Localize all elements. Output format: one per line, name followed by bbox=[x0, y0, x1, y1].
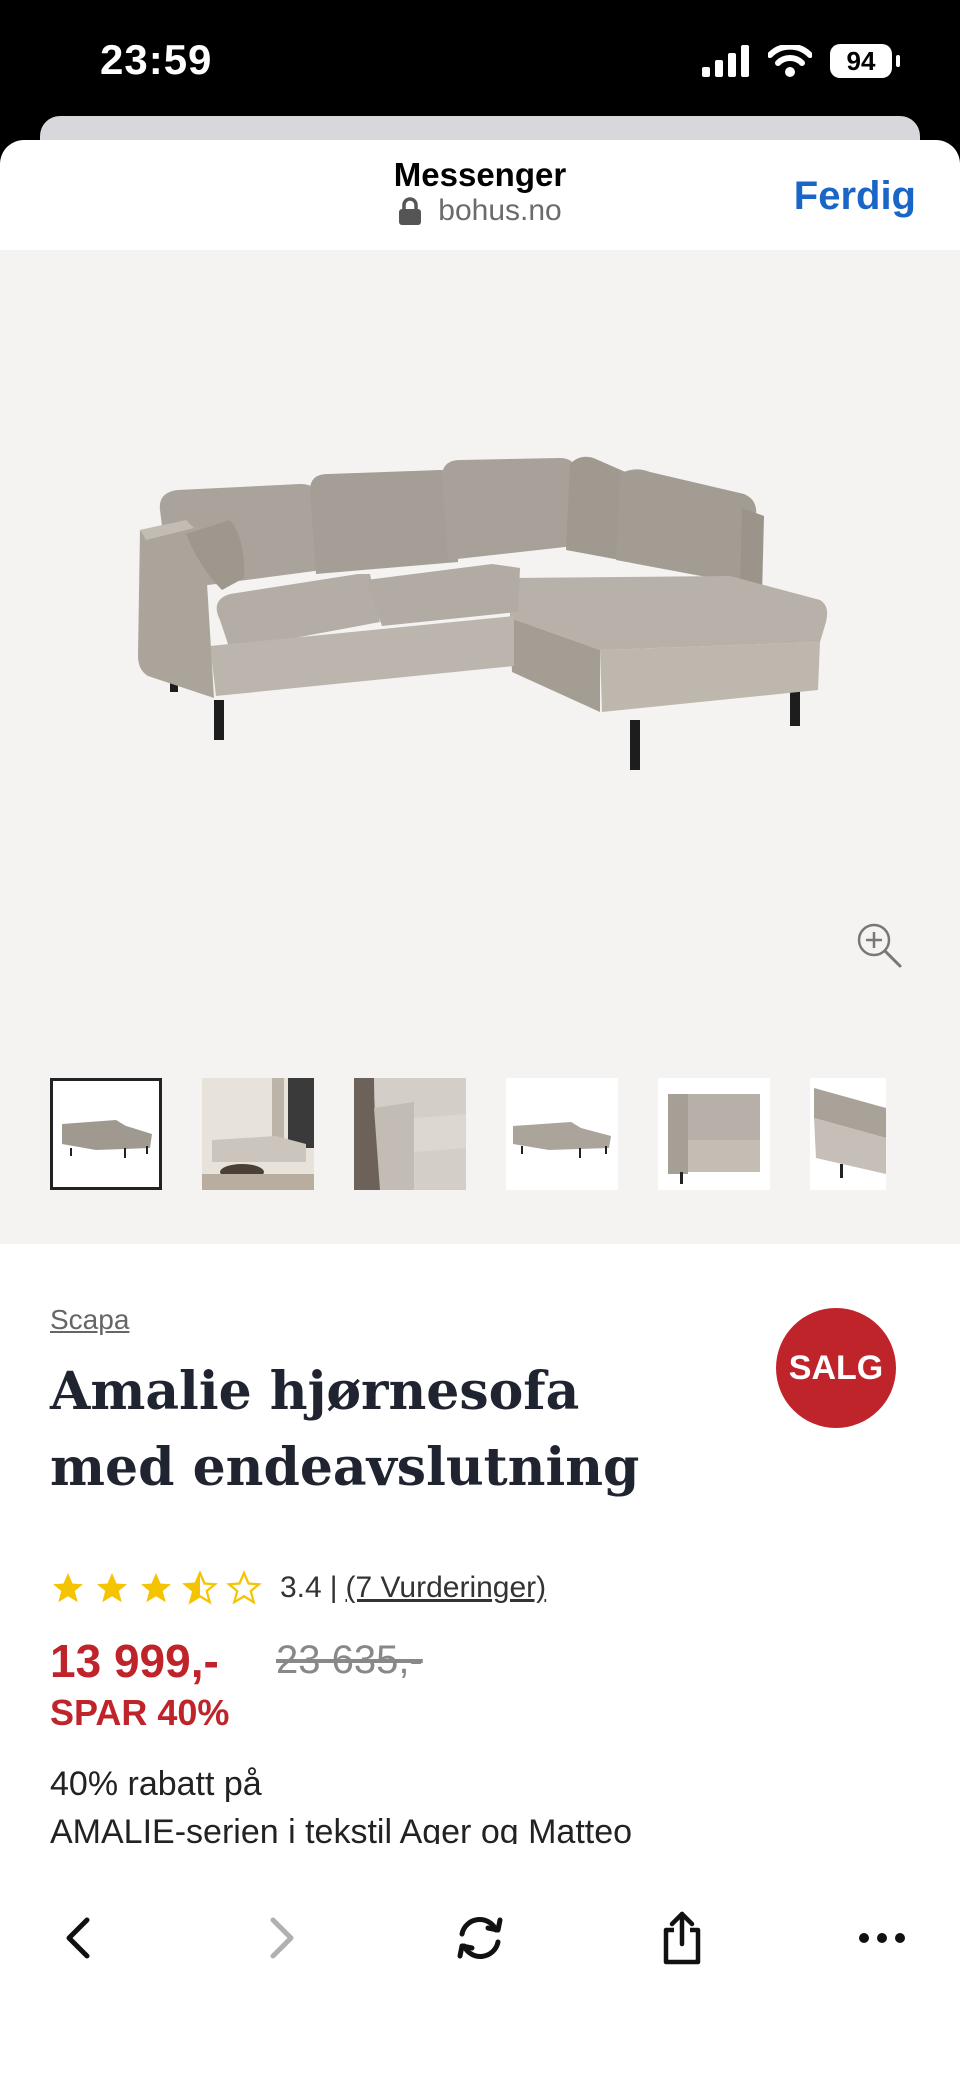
campaign-line-1: 40% rabatt på bbox=[50, 1765, 262, 1803]
status-time: 23:59 bbox=[100, 36, 213, 83]
battery-indicator: 94 bbox=[830, 44, 892, 78]
thumbnail-room-icon bbox=[202, 1078, 314, 1190]
star-full-icon bbox=[141, 1573, 171, 1603]
old-price: 23 635,- bbox=[276, 1638, 423, 1682]
thumbnail-sofa-chaise-closeup[interactable] bbox=[810, 1078, 886, 1190]
status-icons: 94 bbox=[702, 44, 900, 78]
thumbnail-sofa-front[interactable] bbox=[50, 1078, 162, 1190]
thumbnail-sofa-room[interactable] bbox=[202, 1078, 314, 1190]
rating-value: 3.4 bbox=[280, 1571, 322, 1604]
chevron-left-icon bbox=[66, 1917, 90, 1959]
star-full-icon bbox=[97, 1573, 127, 1603]
back-button[interactable] bbox=[48, 1908, 108, 1968]
product-info: Scapa Amalie hjørnesofa med endeavslutni… bbox=[0, 1244, 960, 1851]
star-empty-icon bbox=[226, 1570, 262, 1605]
product-gallery bbox=[0, 250, 960, 1244]
forward-button[interactable] bbox=[252, 1908, 312, 1968]
thumbnail-chaise-icon bbox=[814, 1088, 886, 1178]
cellular-signal-icon bbox=[702, 45, 749, 77]
more-dots-icon bbox=[859, 1933, 905, 1943]
thumbnail-sofa-arm-closeup[interactable] bbox=[354, 1078, 466, 1190]
brand-link[interactable]: Scapa bbox=[50, 1304, 129, 1336]
thumbnail-sofa-small-icon bbox=[513, 1122, 611, 1158]
zoom-icon[interactable] bbox=[856, 922, 904, 970]
campaign-text: 40% rabatt på AMALIE-serien i tekstil Ag… bbox=[50, 1760, 632, 1856]
star-full-icon bbox=[53, 1573, 83, 1603]
share-button[interactable] bbox=[652, 1908, 712, 1968]
star-half-icon bbox=[182, 1570, 218, 1605]
lock-icon bbox=[399, 197, 422, 225]
thumbnail-arm-icon bbox=[354, 1078, 466, 1190]
thumbnail-sofa-seat-closeup[interactable] bbox=[658, 1078, 770, 1190]
reload-icon bbox=[457, 1917, 503, 1959]
done-button[interactable]: Ferdig bbox=[794, 174, 916, 219]
browser-toolbar bbox=[0, 1844, 960, 2078]
more-button[interactable] bbox=[852, 1908, 912, 1968]
sale-badge: SALG bbox=[776, 1308, 896, 1428]
product-image-sofa[interactable] bbox=[130, 450, 830, 780]
url-domain: bohus.no bbox=[438, 194, 562, 227]
current-price: 13 999,- bbox=[50, 1635, 219, 1687]
product-title: Amalie hjørnesofa med endeavslutning bbox=[50, 1361, 640, 1498]
status-bar: 23:59 94 bbox=[0, 0, 960, 120]
reviews-link[interactable]: (7 Vurderinger) bbox=[346, 1571, 547, 1605]
share-icon bbox=[663, 1911, 701, 1965]
rating-separator: | bbox=[329, 1571, 338, 1604]
reload-button[interactable] bbox=[450, 1908, 510, 1968]
thumbnail-strip bbox=[50, 1078, 886, 1190]
thumbnail-seat-icon bbox=[668, 1094, 760, 1184]
thumbnail-sofa-icon bbox=[62, 1120, 152, 1158]
wifi-icon bbox=[768, 45, 812, 77]
thumbnail-sofa-front-small[interactable] bbox=[506, 1078, 618, 1190]
chevron-right-icon bbox=[270, 1917, 294, 1959]
rating-row: 3.4 | (7 Vurderinger) bbox=[50, 1570, 546, 1606]
browser-header: Messenger bohus.no Ferdig bbox=[0, 140, 960, 250]
battery-nub bbox=[896, 55, 900, 67]
savings-label: SPAR 40% bbox=[50, 1692, 230, 1733]
